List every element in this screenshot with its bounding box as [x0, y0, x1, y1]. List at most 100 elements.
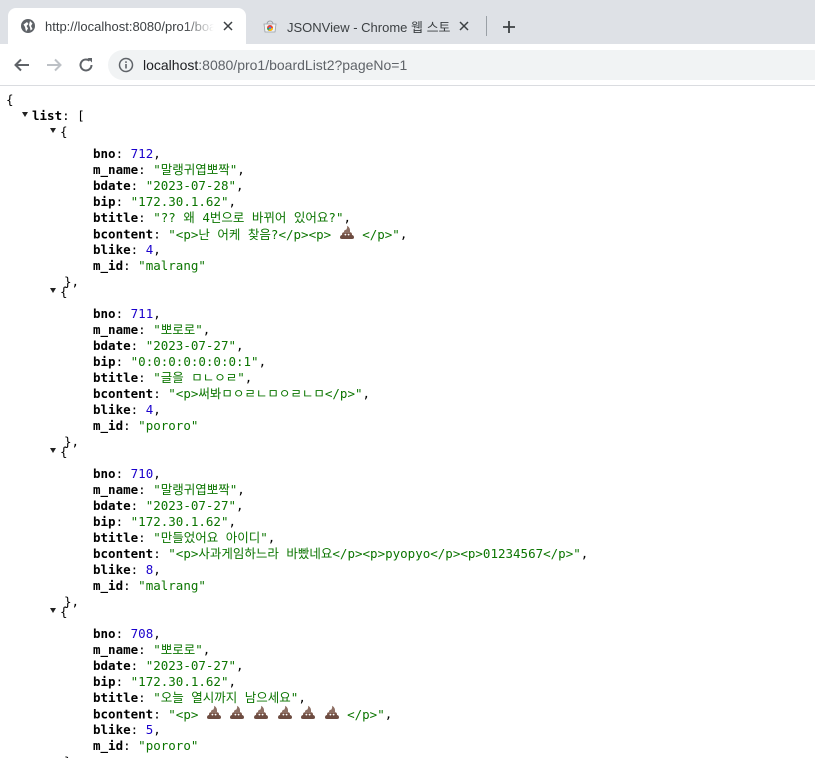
json-key: m_name — [93, 162, 139, 177]
json-field-bno: bno: 710, — [93, 466, 161, 481]
json-key: blike — [93, 242, 131, 257]
json-field-m_name: m_name: "뽀로로", — [93, 322, 211, 337]
json-field-bno: bno: 711, — [93, 306, 161, 321]
address-bar[interactable]: localhost:8080/pro1/boardList2?pageNo=1 — [108, 50, 815, 80]
json-key: bdate — [93, 498, 131, 513]
json-key: m_id — [93, 578, 124, 593]
json-key: m_id — [93, 738, 124, 753]
json-value: 8 — [145, 562, 154, 577]
json-field-bno: bno: 712, — [93, 146, 161, 161]
json-key: bip — [93, 194, 116, 209]
json-field-bdate: bdate: "2023-07-27", — [93, 498, 244, 513]
json-key: m_id — [93, 258, 124, 273]
json-key: bno — [93, 306, 116, 321]
json-value: "0:0:0:0:0:0:0:1" — [130, 354, 259, 369]
json-key: bdate — [93, 178, 131, 193]
json-field-bcontent: bcontent: "<p> </p>", — [93, 705, 393, 723]
json-value: "뽀로로" — [153, 642, 203, 657]
json-value: "172.30.1.62" — [130, 514, 229, 529]
json-value: "172.30.1.62" — [130, 194, 229, 209]
json-value: 712 — [130, 146, 154, 161]
json-key: m_name — [93, 642, 139, 657]
tab-separator — [486, 16, 487, 36]
json-key: m_name — [93, 482, 139, 497]
reload-icon[interactable] — [73, 52, 99, 78]
json-field-m_name: m_name: "뽀로로", — [93, 642, 211, 657]
json-key: bdate — [93, 338, 131, 353]
tab-strip: http://localhost:8080/pro1/boardList2?pa… — [0, 0, 815, 44]
json-field-m_name: m_name: "말랭귀엽뽀짝", — [93, 162, 245, 177]
poop-emoji-icon — [229, 705, 245, 723]
json-field-bdate: bdate: "2023-07-27", — [93, 338, 244, 353]
json-key: m_id — [93, 418, 124, 433]
json-field-bip: bip: "0:0:0:0:0:0:0:1", — [93, 354, 267, 369]
json-key: btitle — [93, 210, 139, 225]
json-value: "뽀로로" — [153, 322, 203, 337]
json-field-btitle: btitle: "?? 왜 4번으로 바뀌어 있어요?", — [93, 210, 352, 225]
json-value: "2023-07-27" — [145, 498, 237, 513]
json-key: btitle — [93, 370, 139, 385]
plus-icon[interactable] — [498, 16, 520, 38]
json-field-bdate: bdate: "2023-07-28", — [93, 178, 244, 193]
json-key: bcontent — [93, 226, 154, 242]
json-key: btitle — [93, 690, 139, 705]
json-object-open: { — [50, 604, 68, 620]
json-value: "malrang" — [138, 578, 206, 593]
json-field-m_id: m_id: "pororo" — [93, 738, 199, 753]
json-value: "malrang" — [138, 258, 206, 273]
tab-title: http://localhost:8080/pro1/boardList2?pa… — [45, 18, 214, 34]
json-object-open: { — [50, 124, 68, 140]
json-value: "2023-07-27" — [145, 338, 237, 353]
json-field-bdate: bdate: "2023-07-27", — [93, 658, 244, 673]
json-field-bip: bip: "172.30.1.62", — [93, 514, 237, 529]
address-url[interactable]: localhost:8080/pro1/boardList2?pageNo=1 — [143, 57, 407, 73]
collapse-triangle-icon[interactable] — [50, 288, 56, 293]
json-key: blike — [93, 722, 131, 737]
collapse-triangle-icon[interactable] — [50, 448, 56, 453]
json-list-line: list: [ — [22, 108, 85, 124]
collapse-triangle-icon[interactable] — [50, 608, 56, 613]
json-object-open: { — [50, 444, 68, 460]
json-key: bno — [93, 626, 116, 641]
json-key: bcontent — [93, 546, 154, 561]
forward-arrow-icon[interactable] — [41, 52, 67, 78]
json-key: blike — [93, 402, 131, 417]
collapse-triangle-icon[interactable] — [22, 112, 28, 117]
poop-emoji-icon — [339, 225, 355, 243]
json-value: "글을 ㅁㄴㅇㄹ" — [153, 370, 245, 385]
json-key: blike — [93, 562, 131, 577]
json-key: bcontent — [93, 706, 154, 722]
url-host: localhost — [143, 57, 199, 73]
json-value: "?? 왜 4번으로 바뀌어 있어요?" — [153, 210, 344, 225]
chrome-store-icon — [262, 18, 278, 34]
json-viewer: { list: [ {bno: 712, m_name: "말랭귀엽뽀짝", bda… — [0, 87, 815, 758]
close-icon[interactable] — [218, 16, 238, 36]
tab-jsonview-store[interactable]: JSONView - Chrome 웹 스토어 — [250, 8, 482, 44]
info-icon[interactable] — [118, 57, 134, 73]
json-key: bip — [93, 674, 116, 689]
poop-emoji-icon — [300, 705, 316, 723]
json-field-blike: blike: 5, — [93, 722, 161, 737]
json-value: "pororo" — [138, 418, 199, 433]
json-value: 4 — [145, 242, 154, 257]
json-key: btitle — [93, 530, 139, 545]
json-field-bcontent: bcontent: "<p>써봐ㅁㅇㄹㄴㅁㅇㄹㄴㅁ</p>", — [93, 386, 371, 401]
globe-icon — [20, 18, 36, 34]
json-root-open: { — [6, 92, 14, 107]
close-icon[interactable] — [454, 16, 474, 36]
poop-emoji-icon — [324, 705, 340, 723]
json-field-bip: bip: "172.30.1.62", — [93, 194, 237, 209]
tab-boardlist[interactable]: http://localhost:8080/pro1/boardList2?pa… — [8, 8, 246, 44]
json-value: "만들었어요 아이디" — [153, 530, 268, 545]
back-arrow-icon[interactable] — [9, 52, 35, 78]
json-field-m_id: m_id: "malrang" — [93, 258, 206, 273]
json-field-m_id: m_id: "pororo" — [93, 418, 199, 433]
poop-emoji-icon — [206, 705, 222, 723]
collapse-triangle-icon[interactable] — [50, 128, 56, 133]
json-value: "172.30.1.62" — [130, 674, 229, 689]
json-field-btitle: btitle: "만들었어요 아이디", — [93, 530, 276, 545]
json-key: m_name — [93, 322, 139, 337]
json-object-close: }, — [64, 754, 79, 758]
json-key-list: list — [32, 108, 63, 123]
json-value: 5 — [145, 722, 154, 737]
